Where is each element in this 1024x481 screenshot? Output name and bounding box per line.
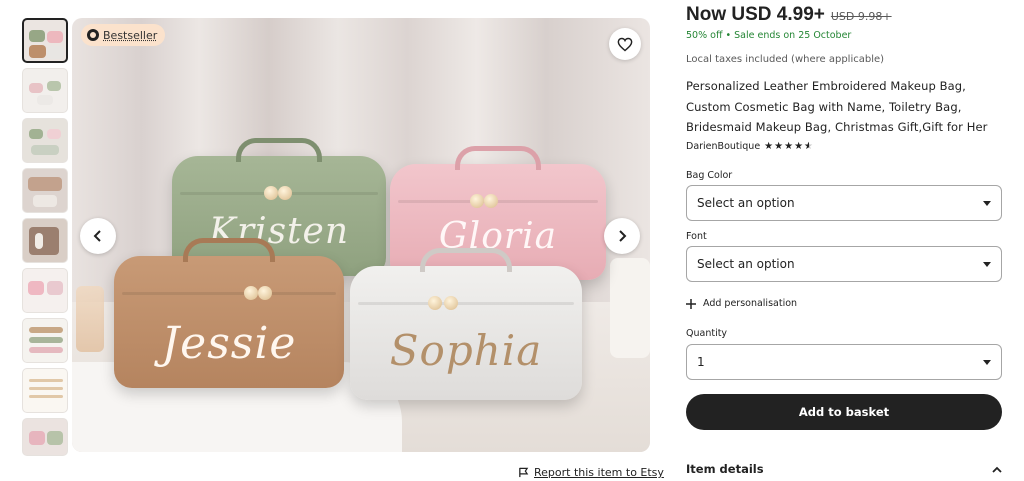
shop-name[interactable]: DarienBoutique — [686, 141, 760, 152]
report-label: Report this item to Etsy — [534, 466, 664, 479]
caret-down-icon — [983, 261, 991, 267]
chevron-left-icon — [93, 230, 101, 242]
product-page: Kristen Gloria Jessie Sophia Bestseller — [0, 0, 1024, 481]
quantity-select[interactable]: 1 — [686, 344, 1002, 380]
thumbnail-3[interactable] — [22, 118, 68, 163]
candle — [610, 258, 650, 358]
thumbnail-6[interactable] — [22, 268, 68, 313]
item-details-label: Item details — [686, 462, 764, 476]
thumbnail-list — [22, 18, 68, 461]
star-icon: ★ — [774, 141, 784, 152]
bag-color-label: Bag Color — [686, 170, 733, 181]
rating-stars: ★ ★ ★ ★ ★★ — [764, 141, 813, 152]
original-price: USD 9.98+ — [830, 10, 892, 23]
current-price: Now USD 4.99+ — [686, 4, 825, 25]
award-icon — [87, 29, 99, 41]
star-icon: ★ — [794, 141, 804, 152]
favorite-button[interactable] — [609, 28, 641, 60]
badge-label: Bestseller — [103, 28, 158, 42]
half-star-icon: ★★ — [804, 141, 814, 152]
add-personalisation-button[interactable]: Add personalisation — [686, 298, 797, 309]
thumbnail-9[interactable] — [22, 418, 68, 456]
previous-image-button[interactable] — [80, 218, 116, 254]
bag-color-value: Select an option — [697, 196, 795, 210]
thumbnail-1[interactable] — [22, 18, 68, 63]
taxes-note: Local taxes included (where applicable) — [686, 54, 885, 65]
chevron-up-icon — [992, 466, 1002, 473]
add-personalisation-label: Add personalisation — [703, 298, 798, 309]
font-value: Select an option — [697, 257, 795, 271]
quantity-label: Quantity — [686, 328, 728, 339]
next-image-button[interactable] — [604, 218, 640, 254]
price-row: Now USD 4.99+ USD 9.98+ — [686, 4, 892, 26]
star-icon: ★ — [764, 141, 774, 152]
caret-down-icon — [983, 200, 991, 206]
shop-row: DarienBoutique ★ ★ ★ ★ ★★ — [686, 141, 813, 152]
font-select[interactable]: Select an option — [686, 246, 1002, 282]
flag-icon — [519, 467, 529, 478]
add-to-basket-button[interactable]: Add to basket — [686, 394, 1002, 430]
main-product-image: Kristen Gloria Jessie Sophia — [72, 18, 650, 452]
star-icon: ★ — [784, 141, 794, 152]
sale-info: 50% off • Sale ends on 25 October — [686, 30, 852, 41]
quantity-value: 1 — [697, 355, 705, 369]
item-details-toggle[interactable]: Item details — [686, 462, 1002, 476]
perfume-bottle — [76, 286, 104, 352]
white-bag: Sophia — [350, 248, 582, 400]
thumbnail-5[interactable] — [22, 218, 68, 263]
heart-icon — [617, 37, 633, 51]
font-label: Font — [686, 231, 707, 242]
bag-name-4: Sophia — [389, 326, 543, 375]
thumbnail-8[interactable] — [22, 368, 68, 413]
brown-bag: Jessie — [114, 238, 344, 388]
thumbnail-7[interactable] — [22, 318, 68, 363]
report-link[interactable]: Report this item to Etsy — [518, 466, 664, 479]
bestseller-badge: Bestseller — [81, 24, 166, 46]
bag-color-select[interactable]: Select an option — [686, 185, 1002, 221]
product-title: Personalized Leather Embroidered Makeup … — [686, 79, 988, 134]
thumbnail-2[interactable] — [22, 68, 68, 113]
plus-icon — [686, 298, 696, 309]
thumbnail-4[interactable] — [22, 168, 68, 213]
caret-down-icon — [983, 359, 991, 365]
bag-name-3: Jessie — [161, 318, 297, 369]
chevron-right-icon — [619, 230, 627, 242]
